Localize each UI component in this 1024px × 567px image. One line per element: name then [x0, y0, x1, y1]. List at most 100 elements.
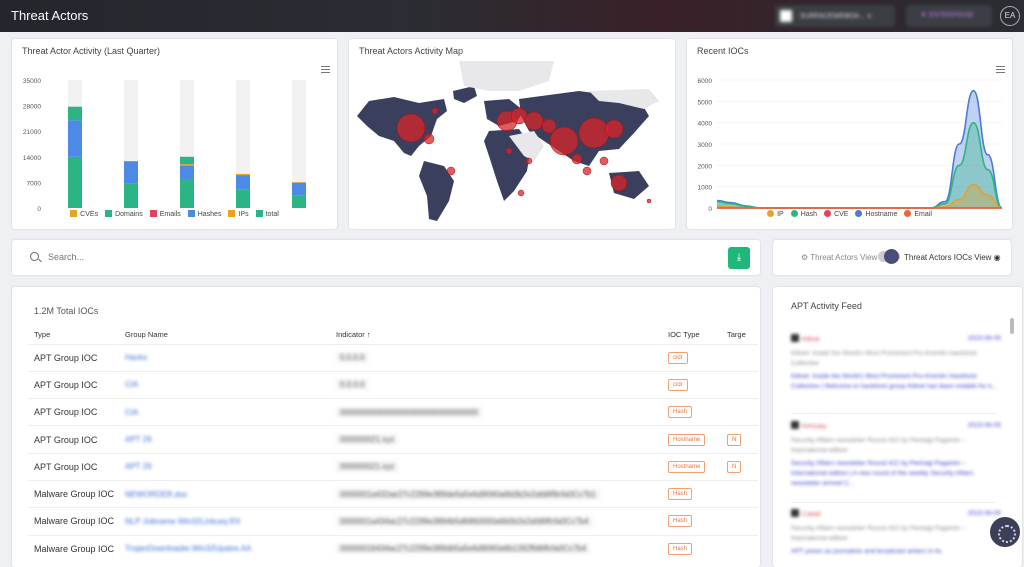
table-row[interactable]: APT Group IOC APT 29 000000021.xyz Hostname… — [28, 425, 758, 454]
legend-item[interactable]: Domains — [105, 210, 143, 218]
feed-divider — [791, 502, 996, 503]
feed-item-name[interactable]: Killnet — [802, 336, 820, 343]
legend-item[interactable]: Hash — [790, 210, 818, 218]
plan-badge[interactable]: ▼ ENTERPRISE — [906, 5, 992, 27]
legend-item[interactable]: CVE — [824, 210, 848, 218]
cell-ioc-type: cidr — [662, 370, 721, 399]
indicator-value[interactable]: 000000021.xyz — [336, 461, 399, 473]
legend-marker — [228, 210, 236, 217]
cell-group-name[interactable]: CIA — [119, 370, 330, 399]
group-name-link[interactable]: NLP Jobname Win32Linkuey.RX — [125, 517, 241, 526]
legend-marker — [105, 210, 113, 217]
legend-item[interactable]: total — [255, 210, 279, 218]
avatar[interactable]: EA — [1000, 6, 1020, 26]
indicator-value[interactable]: 0.0.0.0 — [336, 352, 369, 364]
column-header-ioc-type[interactable]: IOC Type — [662, 325, 721, 344]
table-row[interactable]: APT Group IOC APT 29 000000021.xyz Hostname… — [28, 452, 758, 481]
feed-item[interactable]: Cobalt 2023-06-05 Security Affairs newsle… — [791, 509, 1001, 557]
table-row[interactable]: APT Group IOC Hackx 0.0.0.0 cidr — [28, 343, 758, 372]
column-header-target[interactable]: Targe — [721, 325, 758, 344]
cell-target — [721, 398, 758, 426]
indicator-value[interactable]: 000000021.xyz — [336, 434, 399, 446]
feed-item-icon — [791, 509, 799, 517]
group-name-link[interactable]: NEWORDER.doc — [125, 490, 188, 499]
search-input[interactable] — [48, 249, 648, 265]
legend-marker — [70, 210, 78, 217]
y-tick-label: 14000 — [23, 155, 41, 162]
table-header-row: Type Group Name Indicator ↑ IOC Type Tar… — [28, 325, 758, 344]
group-name-link[interactable]: Hackx — [125, 353, 147, 362]
feed-item-icon — [791, 334, 799, 342]
legend-item[interactable]: Hashes — [187, 210, 221, 218]
feed-scrollbar[interactable] — [1010, 318, 1014, 334]
legend-item[interactable]: Email — [904, 210, 932, 218]
cell-group-name[interactable]: TrojanDownloader.Win32Upatre.AA — [119, 534, 330, 563]
threat-actors-view-label[interactable]: ⚙ Threat Actors View — [801, 253, 877, 262]
org-selector[interactable]: SURFACEWEBOA... ∨ — [775, 5, 895, 27]
group-name-link[interactable]: TrojanDownloader.Win32Upatre.AA — [125, 544, 251, 553]
cell-group-name[interactable]: APT 29 — [119, 425, 330, 454]
legend-item[interactable]: IP — [767, 210, 784, 218]
legend-item[interactable]: CVEs — [70, 210, 98, 218]
cell-indicator[interactable]: 0.0.0.0 — [330, 343, 662, 372]
feed-item-link[interactable]: Security Affairs newsletter Round 422 by… — [791, 459, 1001, 489]
download-button[interactable]: ⤓ — [728, 247, 750, 269]
group-name-link[interactable]: CIA — [125, 380, 138, 389]
y-tick-label: 3000 — [698, 142, 713, 149]
group-name-link[interactable]: APT 29 — [125, 462, 152, 471]
feed-item[interactable]: Killnet 2023-06-05 Killnet: Inside the Wo… — [791, 334, 1001, 392]
column-header-type[interactable]: Type — [28, 325, 119, 344]
ioc-type-badge: Hostname — [668, 433, 706, 446]
indicator-value[interactable]: 00000016434ac27c2299e389db5a5e6d9060a6b1… — [336, 543, 591, 555]
bar-segment — [180, 165, 194, 180]
apt-activity-feed: APT Activity Feed Killnet 2023-06-05 Kill… — [773, 287, 1022, 567]
y-tick-label: 1000 — [698, 185, 713, 192]
cell-group-name[interactable]: Hackx — [119, 343, 330, 372]
chat-support-button[interactable] — [988, 515, 1022, 549]
cell-indicator[interactable]: 0000000000000000000000000000000 — [330, 398, 662, 426]
cell-group-name[interactable]: NEWORDER.doc — [119, 479, 330, 508]
activity-chart-card: Threat Actor Activity (Last Quarter) 350… — [12, 39, 337, 229]
cell-indicator[interactable]: 0000001a434ac27c2299e3894b5d6860000a6b0b… — [330, 507, 662, 536]
group-name-link[interactable]: CIA — [125, 408, 138, 417]
table-row[interactable]: Malware Group IOC TrojanDownloader.Win32U… — [28, 534, 758, 563]
feed-item-name[interactable]: Cobalt — [802, 511, 821, 518]
column-header-indicator[interactable]: Indicator ↑ — [330, 325, 662, 344]
cell-indicator[interactable]: 00000016434ac27c2299e389db5a5e6d9060a6b1… — [330, 534, 662, 563]
indicator-value[interactable]: 0.0.0.0 — [336, 379, 369, 391]
iocs-view-label[interactable]: Threat Actors IOCs View ◉ — [904, 253, 1001, 262]
cell-group-name[interactable]: CIA — [119, 398, 330, 426]
cell-type: Malware Group IOC — [28, 507, 119, 536]
cell-group-name[interactable]: APT 29 — [119, 452, 330, 481]
feed-item[interactable]: Kimsuky 2023-06-05 Security Affairs newsl… — [791, 421, 1001, 489]
group-name-link[interactable]: APT 29 — [125, 435, 152, 444]
legend-item[interactable]: Hostname — [855, 210, 897, 218]
cell-group-name[interactable]: NLP Jobname Win32Linkuey.RX — [119, 507, 330, 536]
table-row[interactable]: Malware Group IOC NEWORDER.doc 0000001a432… — [28, 479, 758, 508]
indicator-value[interactable]: 0000001a432ae27c2299e389de5a5e6d9060a6b0… — [336, 488, 600, 500]
view-toggle-knob[interactable] — [884, 249, 899, 264]
table-row[interactable]: Malware Group IOC NLP Jobname Win32Linkue… — [28, 507, 758, 536]
ioc-type-badge: cidr — [668, 351, 688, 364]
column-header-group-name[interactable]: Group Name — [119, 325, 330, 344]
feed-item-link[interactable]: Killnet: Inside the World's Most Promine… — [791, 372, 1001, 392]
indicator-value[interactable]: 0000000000000000000000000000000 — [336, 406, 482, 418]
table-row[interactable]: APT Group IOC CIA 0.0.0.0 cidr — [28, 370, 758, 399]
cell-indicator[interactable]: 000000021.xyz — [330, 425, 662, 454]
legend-item[interactable]: Emails — [149, 210, 181, 218]
indicator-value[interactable]: 0000001a434ac27c2299e3894b5d6860000a6b0b… — [336, 515, 593, 527]
cell-indicator[interactable]: 0.0.0.0 — [330, 370, 662, 399]
table-row[interactable]: APT Group IOC CIA 000000000000000000000000… — [28, 398, 758, 426]
feed-item-name[interactable]: Kimsuky — [802, 423, 827, 430]
legend-label: CVE — [834, 211, 849, 218]
feed-item-link[interactable]: APT poses as journalists and broadcast w… — [791, 547, 1001, 557]
cell-type: APT Group IOC — [28, 370, 119, 399]
legend-marker — [855, 210, 863, 217]
cell-indicator[interactable]: 000000021.xyz — [330, 452, 662, 481]
legend-label: Hash — [800, 211, 818, 218]
cell-ioc-type: cidr — [662, 343, 721, 372]
bar-segment — [68, 106, 82, 121]
legend-item[interactable]: IPs — [228, 210, 249, 218]
world-map[interactable] — [349, 61, 675, 226]
cell-indicator[interactable]: 0000001a432ae27c2299e389de5a5e6d9060a6b0… — [330, 479, 662, 508]
